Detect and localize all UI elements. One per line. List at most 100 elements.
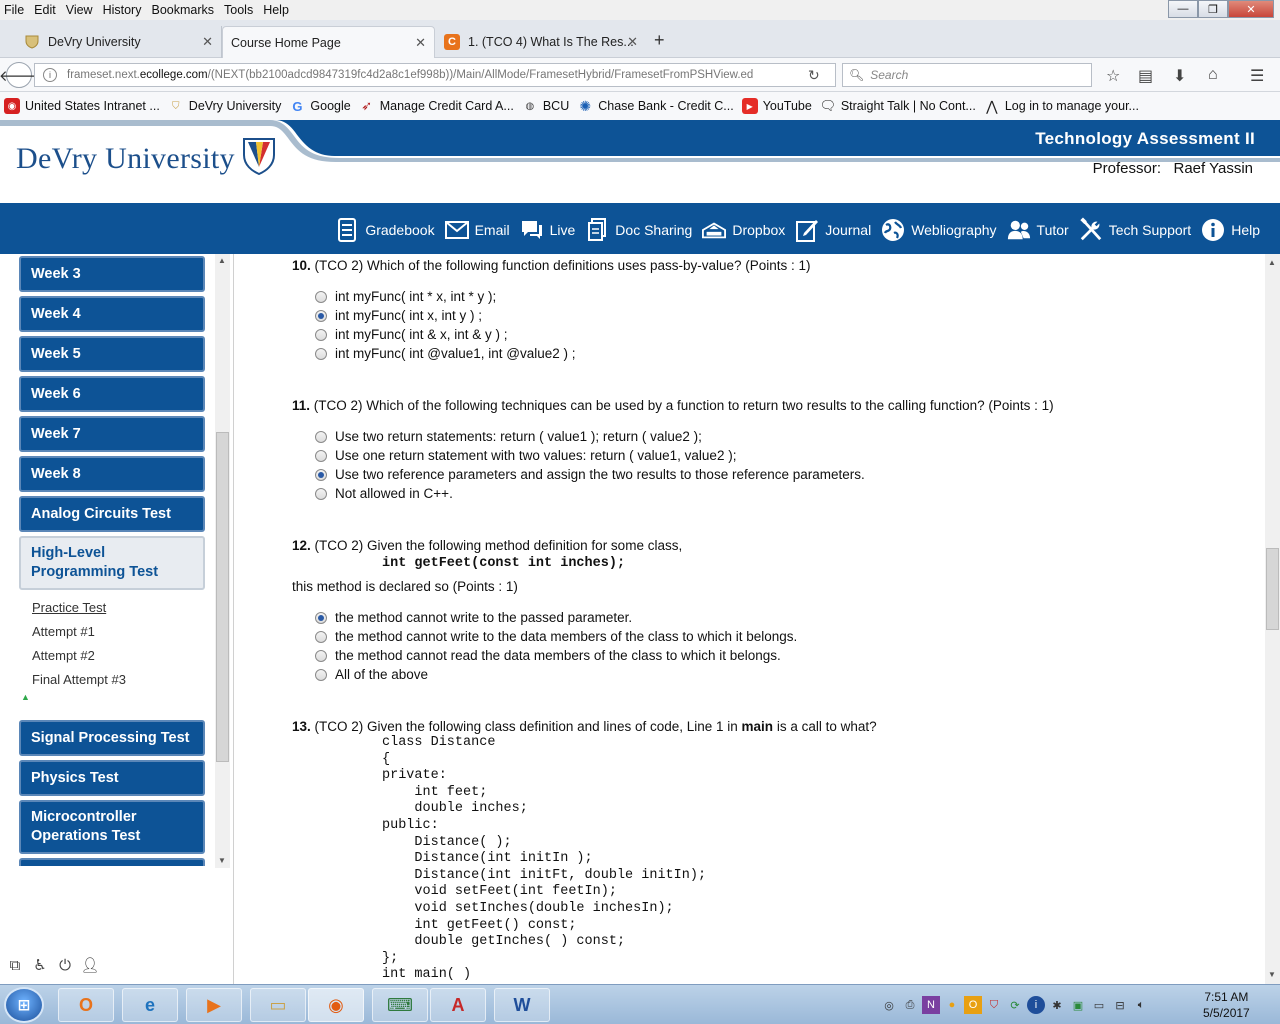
volume-icon[interactable]: 🔈︎: [1132, 996, 1150, 1014]
menu-view[interactable]: View: [66, 3, 93, 17]
sidebar-item-analog-circuits-test[interactable]: Analog Circuits Test: [19, 496, 205, 532]
taskbar-explorer[interactable]: ▭: [250, 988, 306, 1022]
bookmark-devry[interactable]: ⛉ DeVry University: [168, 98, 281, 114]
close-tab-icon[interactable]: ✕: [202, 34, 213, 50]
sidebar-item-week-6[interactable]: Week 6: [19, 376, 205, 412]
q10-option-3[interactable]: int myFunc( int & x, int & y ) ;: [315, 327, 508, 342]
scroll-up-icon[interactable]: ▲: [218, 256, 226, 265]
tech-support-button[interactable]: Tech Support: [1079, 217, 1191, 242]
downloads-icon[interactable]: ⬇: [1173, 66, 1186, 86]
tutor-button[interactable]: Tutor: [1007, 218, 1069, 242]
q11-option-1[interactable]: Use two return statements: return ( valu…: [315, 429, 702, 444]
sidebar-item-microcontroller-operations-test[interactable]: Microcontroller Operations Test: [19, 800, 205, 854]
tray-icon-1[interactable]: ◎: [880, 996, 898, 1014]
minimize-button[interactable]: —: [1168, 0, 1198, 18]
power-icon[interactable]: ⏻: [54, 954, 76, 976]
sidebar-item-week-4[interactable]: Week 4: [19, 296, 205, 332]
taskbar-firefox[interactable]: ◉: [308, 988, 364, 1022]
main-scroll-thumb[interactable]: [1266, 548, 1279, 630]
sidebar-item-week-7[interactable]: Week 7: [19, 416, 205, 452]
radio-button-selected[interactable]: [315, 309, 327, 322]
taskbar-network[interactable]: ⌨: [372, 988, 428, 1022]
sidebar-subitem-attempt-1[interactable]: Attempt #1: [32, 624, 95, 639]
expand-icon[interactable]: ⧉: [4, 954, 26, 976]
radio-button[interactable]: [315, 630, 327, 643]
bookmark-star-icon[interactable]: ☆: [1106, 66, 1120, 86]
sidebar-item-physics-test[interactable]: Physics Test: [19, 760, 205, 796]
tab-devry[interactable]: DeVry University ✕: [16, 26, 222, 58]
q12-option-3[interactable]: the method cannot read the data members …: [315, 648, 781, 663]
q10-option-2[interactable]: int myFunc( int x, int y ) ;: [315, 308, 482, 323]
new-tab-button[interactable]: +: [654, 30, 665, 51]
search-input[interactable]: 🔍︎ Search: [842, 63, 1092, 87]
close-button[interactable]: ✕: [1228, 0, 1274, 18]
sidebar-scroll-thumb[interactable]: [216, 432, 229, 762]
info-tray-icon[interactable]: i: [1027, 996, 1045, 1014]
bookmark-chase[interactable]: ✺ Chase Bank - Credit C...: [577, 98, 733, 114]
taskbar-word[interactable]: W: [494, 988, 550, 1022]
radio-button[interactable]: [315, 328, 327, 341]
onenote-icon[interactable]: N: [922, 996, 940, 1014]
tray-icon-4[interactable]: ●: [943, 996, 961, 1014]
radio-button[interactable]: [315, 649, 327, 662]
network-tray-icon[interactable]: ⊟: [1111, 996, 1129, 1014]
sidebar-item-week-3[interactable]: Week 3: [19, 256, 205, 292]
q12-option-2[interactable]: the method cannot write to the data memb…: [315, 629, 797, 644]
menu-tools[interactable]: Tools: [224, 3, 253, 17]
home-icon[interactable]: ⌂: [1208, 66, 1218, 84]
journal-button[interactable]: Journal: [795, 218, 871, 242]
taskbar-media[interactable]: ▶: [186, 988, 242, 1022]
reload-icon[interactable]: ↻: [808, 67, 820, 84]
url-bar[interactable]: i frameset.next. ecollege.com/(NEXT(bb210…: [34, 63, 836, 87]
radio-button[interactable]: [315, 290, 327, 303]
radio-button[interactable]: [315, 347, 327, 360]
doc-sharing-button[interactable]: Doc Sharing: [585, 217, 692, 242]
start-button[interactable]: ⊞: [4, 987, 44, 1023]
radio-button[interactable]: [315, 487, 327, 500]
menu-help[interactable]: Help: [263, 3, 289, 17]
q11-option-2[interactable]: Use one return statement with two values…: [315, 448, 736, 463]
bookmark-credit-card[interactable]: ➶ Manage Credit Card A...: [359, 98, 514, 114]
radio-button[interactable]: [315, 449, 327, 462]
display-icon[interactable]: ▭: [1090, 996, 1108, 1014]
dropbox-button[interactable]: Dropbox: [702, 218, 785, 242]
hamburger-menu-icon[interactable]: ☰: [1250, 66, 1264, 86]
sidebar-subitem-final-attempt-3[interactable]: Final Attempt #3: [32, 672, 126, 687]
menu-bookmarks[interactable]: Bookmarks: [151, 3, 214, 17]
reading-list-icon[interactable]: ▤: [1138, 66, 1153, 86]
sidebar-item-high-level-programming-test[interactable]: High-Level Programming Test: [19, 536, 205, 590]
q11-option-3[interactable]: Use two reference parameters and assign …: [315, 467, 865, 482]
bookmark-login[interactable]: ⋀ Log in to manage your...: [984, 98, 1139, 114]
bookmark-google[interactable]: G Google: [289, 98, 350, 114]
webliography-button[interactable]: Webliography: [881, 218, 997, 242]
scroll-down-icon[interactable]: ▼: [1268, 970, 1276, 979]
bookmark-straight-talk[interactable]: 🗨︎ Straight Talk | No Cont...: [820, 98, 976, 114]
bluetooth-icon[interactable]: ✱: [1048, 996, 1066, 1014]
q10-option-4[interactable]: int myFunc( int @value1, int @value2 ) ;: [315, 346, 576, 361]
tab-chegg[interactable]: C 1. (TCO 4) What Is The Res... ✕: [436, 26, 646, 58]
q10-option-1[interactable]: int myFunc( int * x, int * y );: [315, 289, 496, 304]
site-info-icon[interactable]: i: [43, 68, 57, 82]
live-button[interactable]: Live: [520, 218, 575, 242]
bookmark-youtube[interactable]: ▶ YouTube: [741, 98, 812, 114]
menu-history[interactable]: History: [103, 3, 142, 17]
bookmark-us-intranet[interactable]: ◉ United States Intranet ...: [4, 98, 160, 114]
taskbar-ie[interactable]: e: [122, 988, 178, 1022]
taskbar-acrobat[interactable]: A: [430, 988, 486, 1022]
shield-icon[interactable]: ⛉: [985, 996, 1003, 1014]
radio-button[interactable]: [315, 430, 327, 443]
collapse-arrow-icon[interactable]: ▲: [21, 692, 30, 702]
scroll-down-icon[interactable]: ▼: [218, 856, 226, 865]
scroll-up-icon[interactable]: ▲: [1268, 258, 1276, 267]
close-tab-icon[interactable]: ✕: [627, 34, 638, 50]
user-icon[interactable]: 👤︎: [79, 954, 101, 976]
accessibility-icon[interactable]: ♿︎: [29, 954, 51, 976]
tab-course-home[interactable]: Course Home Page ✕: [222, 26, 435, 58]
sidebar-subitem-practice-test[interactable]: Practice Test: [32, 600, 106, 615]
main-scrollbar[interactable]: ▲ ▼: [1265, 254, 1280, 984]
help-button[interactable]: Help: [1201, 218, 1260, 242]
sidebar-scrollbar[interactable]: ▲ ▼: [215, 254, 230, 868]
tray-icon-7[interactable]: ⟳: [1006, 996, 1024, 1014]
taskbar-outlook[interactable]: O: [58, 988, 114, 1022]
taskbar-clock[interactable]: 7:51 AM 5/5/2017: [1203, 989, 1250, 1021]
